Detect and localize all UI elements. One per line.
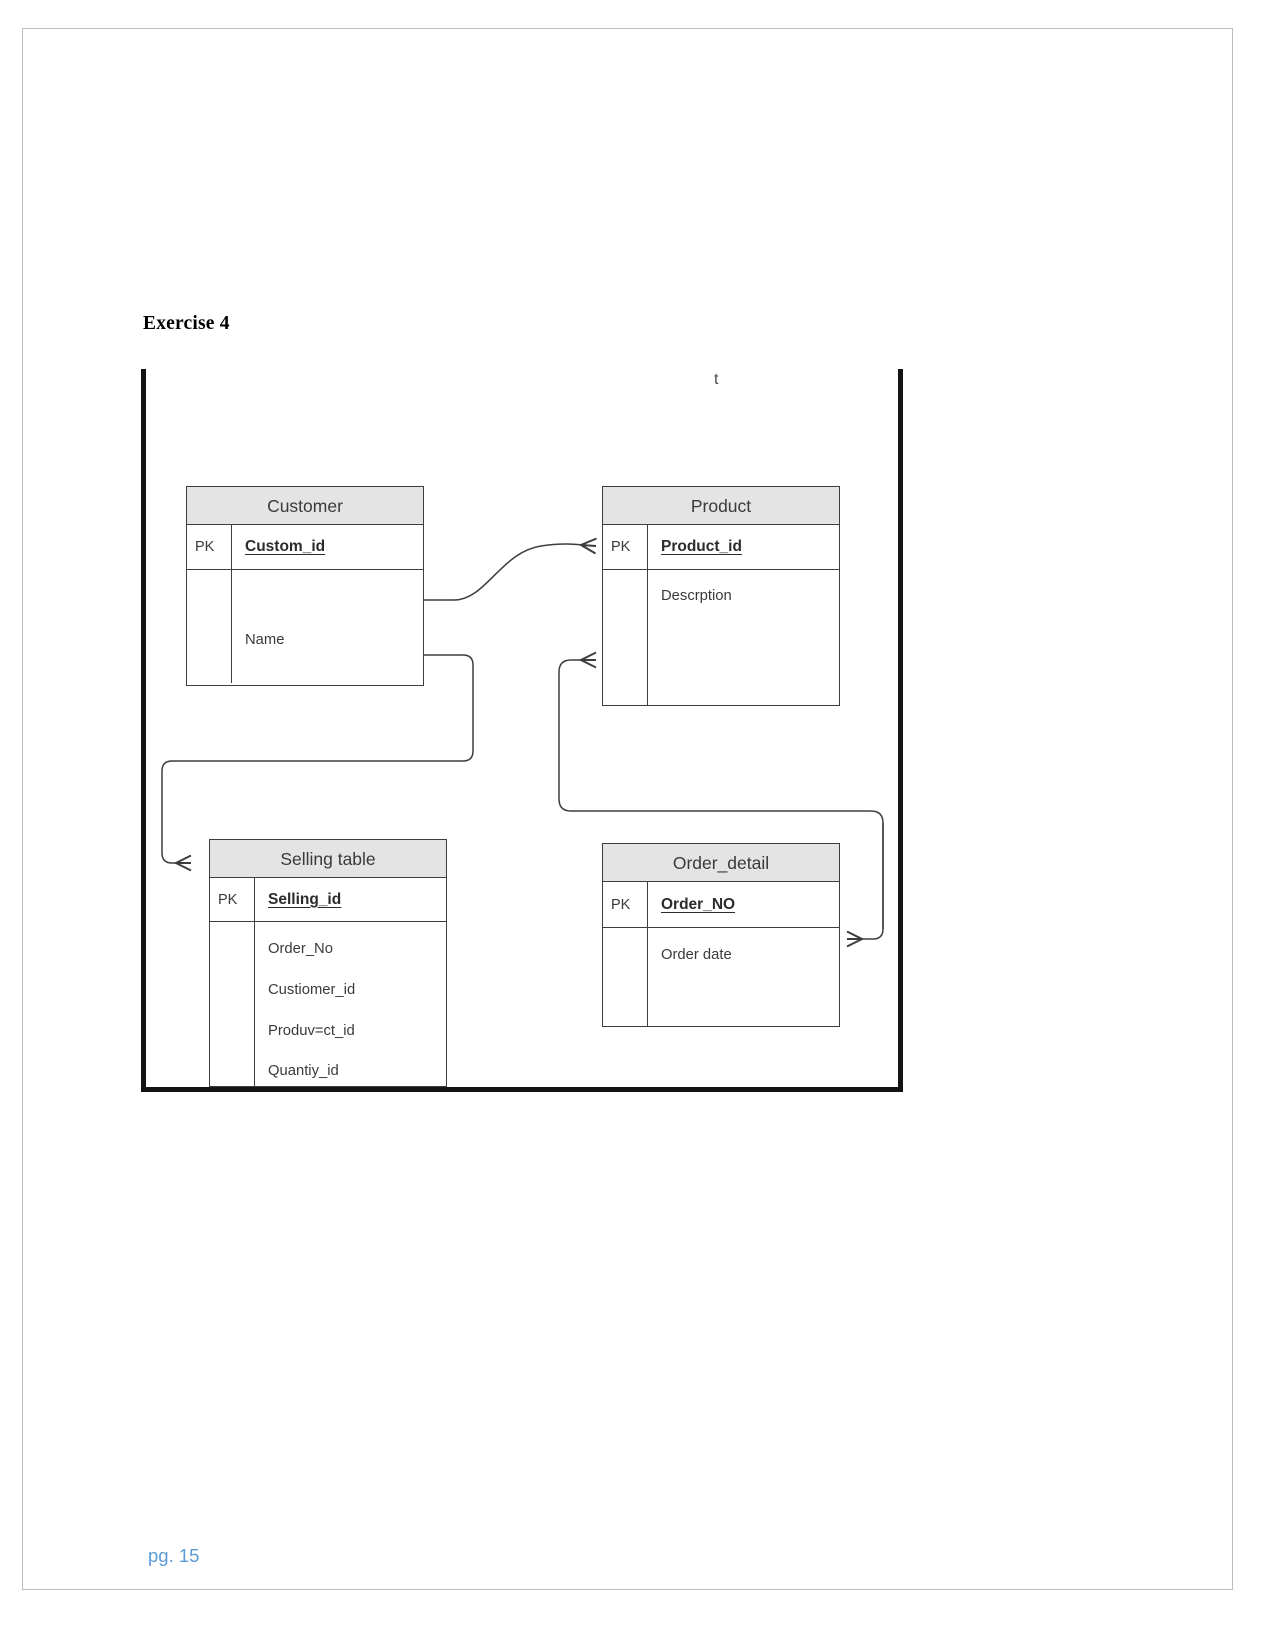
document-page: Exercise 4 t Customer PK Custom_id Name … <box>0 0 1275 1650</box>
entity-customer[interactable]: Customer PK Custom_id Name <box>186 486 424 686</box>
entity-order-detail-body: PK Order_NO Order date <box>603 882 839 1026</box>
entity-customer-attributes: Name <box>232 570 423 683</box>
entity-selling-table-attribute: Produv=ct_id <box>268 1022 355 1039</box>
relationship-customer-selling <box>161 654 474 863</box>
entity-product-body: PK Product_id Descrption <box>603 525 839 705</box>
relationship-customer-product <box>424 544 596 601</box>
entity-selling-table-pk-row: PK Selling_id <box>210 878 446 922</box>
entity-selling-table-attribute: Quantiy_id <box>268 1063 339 1080</box>
entity-order-detail[interactable]: Order_detail PK Order_NO Order date <box>602 843 840 1027</box>
entity-product-attr-row: Descrption <box>603 570 839 705</box>
entity-product-primary-key: Product_id <box>661 538 742 555</box>
entity-customer-attribute: Name <box>245 632 285 649</box>
entity-customer-key-spacer <box>187 570 232 683</box>
entity-selling-table-attributes: Order_No Custiomer_id Produv=ct_id Quant… <box>255 922 446 1086</box>
entity-customer-primary-key: Custom_id <box>245 538 326 555</box>
entity-product-key-label: PK <box>603 525 648 569</box>
entity-selling-table-pk-cell: Selling_id <box>255 878 446 921</box>
entity-selling-table-body: PK Selling_id Order_No Custiomer_id Prod… <box>210 878 446 1086</box>
entity-order-detail-key-label: PK <box>603 882 648 927</box>
entity-product-attributes: Descrption <box>648 570 839 705</box>
entity-customer-pk-cell: Custom_id <box>232 525 423 569</box>
entity-order-detail-attributes: Order date <box>648 928 839 1026</box>
entity-product-pk-row: PK Product_id <box>603 525 839 570</box>
entity-selling-table-attribute: Custiomer_id <box>268 981 356 998</box>
entity-customer-attr-row: Name <box>187 570 423 683</box>
entity-selling-table-attribute: Order_No <box>268 941 333 957</box>
entity-selling-table-key-spacer <box>210 922 255 1086</box>
entity-selling-table-title: Selling table <box>210 840 446 878</box>
entity-selling-table[interactable]: Selling table PK Selling_id Order_No Cus… <box>209 839 447 1087</box>
entity-order-detail-attribute: Order date <box>661 947 732 963</box>
entity-order-detail-pk-row: PK Order_NO <box>603 882 839 928</box>
entity-order-detail-key-spacer <box>603 928 648 1026</box>
entity-selling-table-key-label: PK <box>210 878 255 921</box>
entity-selling-table-attr-row: Order_No Custiomer_id Produv=ct_id Quant… <box>210 922 446 1086</box>
entity-order-detail-title: Order_detail <box>603 844 839 882</box>
page-number-footer: pg. 15 <box>148 1545 200 1566</box>
entity-product-pk-cell: Product_id <box>648 525 839 569</box>
entity-customer-title: Customer <box>187 487 423 525</box>
entity-order-detail-attr-row: Order date <box>603 928 839 1026</box>
entity-selling-table-primary-key: Selling_id <box>268 890 342 908</box>
entity-customer-body: PK Custom_id Name <box>187 525 423 683</box>
page-title: Exercise 4 <box>143 313 230 334</box>
entity-order-detail-primary-key: Order_NO <box>661 895 736 913</box>
entity-product-title: Product <box>603 487 839 525</box>
entity-product-attribute: Descrption <box>661 588 732 604</box>
entity-order-detail-pk-cell: Order_NO <box>648 882 839 927</box>
entity-customer-pk-row: PK Custom_id <box>187 525 423 570</box>
entity-product-key-spacer <box>603 570 648 705</box>
er-diagram: t Customer PK Custom_id Name Product PK … <box>141 369 903 1092</box>
entity-customer-key-label: PK <box>187 525 232 569</box>
entity-product[interactable]: Product PK Product_id Descrption <box>602 486 840 706</box>
